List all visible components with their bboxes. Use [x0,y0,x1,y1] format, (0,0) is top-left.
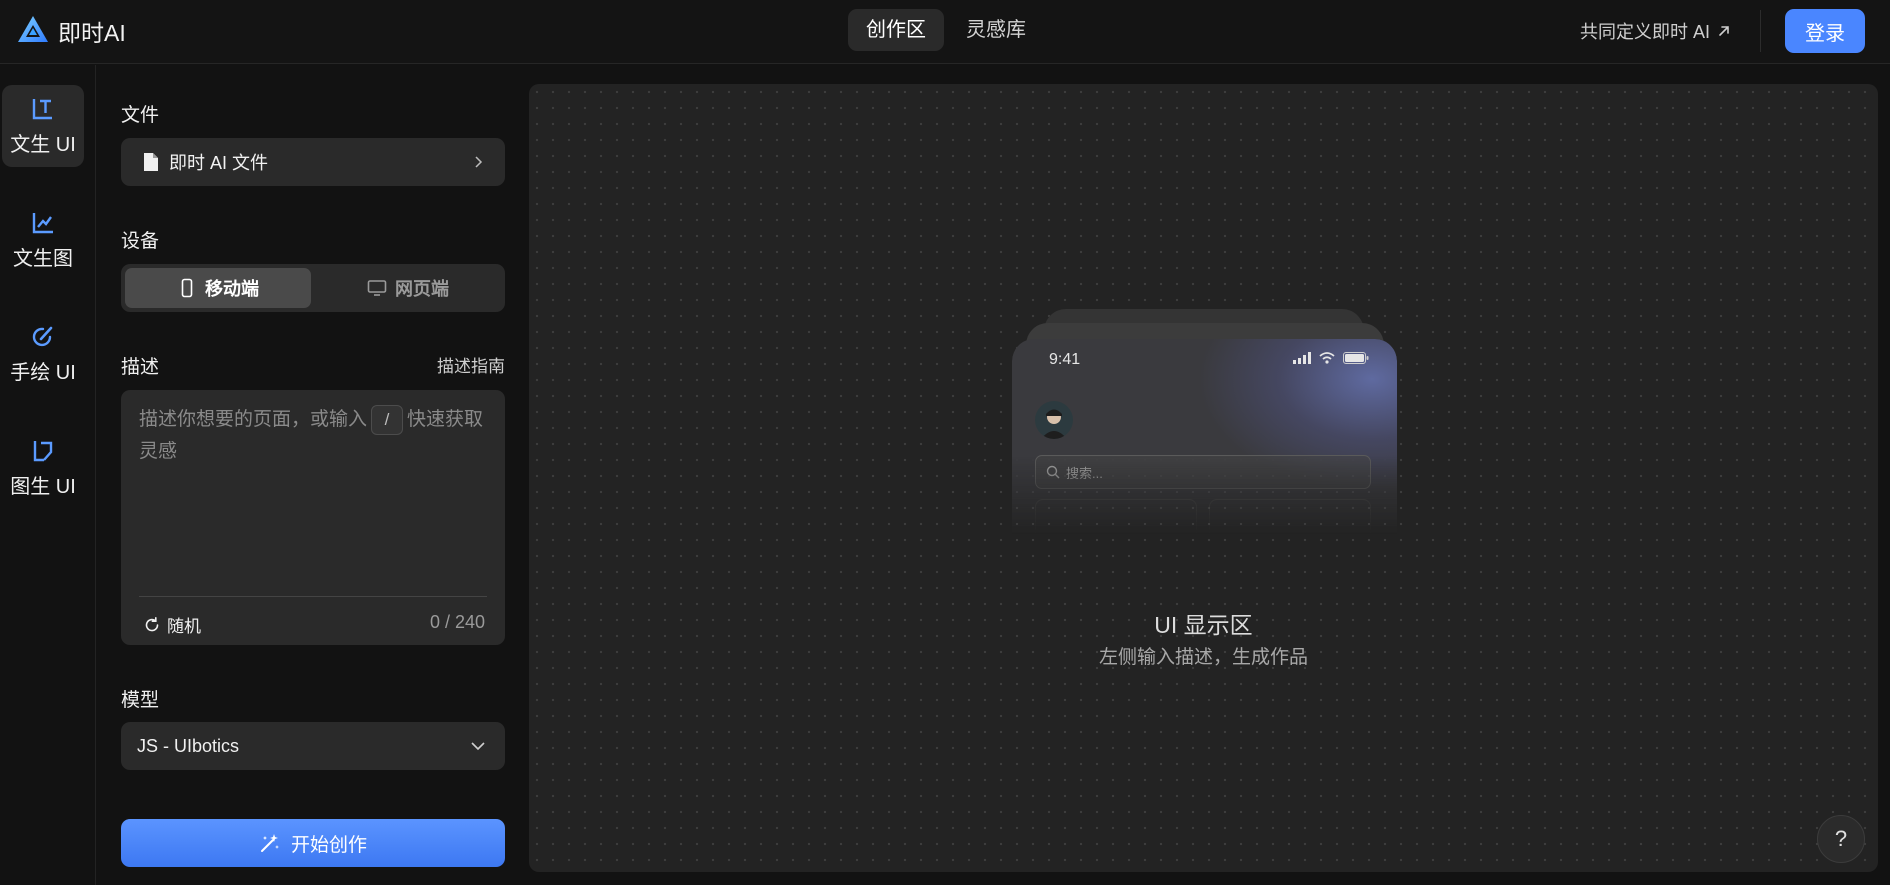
display-area-subtitle: 左侧输入描述，生成作品 [1098,647,1308,668]
start-create-button[interactable]: 开始创作 [121,819,505,867]
file-selector[interactable]: 即时 AI 文件 [121,138,505,186]
placeholder-part-1: 描述你想要的页面，或输入 [139,409,368,430]
chevron-down-icon [471,742,485,751]
magic-wand-icon [260,834,279,852]
cocreate-link[interactable]: 共同定义即时 AI [1580,18,1732,44]
document-icon [144,153,158,171]
mode-rail: 文生 UI 文生图 手绘 UI 图生 UI [0,65,96,885]
phone-search-bar: 搜索... [1035,455,1371,489]
user-avatar-icon [1041,409,1067,439]
mobile-icon [181,278,193,298]
app-logo[interactable]: 即时AI [16,14,126,48]
phone-search-placeholder: 搜索... [1066,465,1103,481]
cocreate-label: 共同定义即时 AI [1580,22,1711,42]
char-counter: 0 / 240 [429,612,485,632]
device-toggle: 移动端 网页端 [121,264,505,312]
rail-label: 文生 UI [10,133,76,156]
battery-icon [1343,352,1369,364]
text-to-image-icon [32,212,53,233]
tab-inspiration[interactable]: 灵感库 [948,9,1044,51]
description-box: 描述你想要的页面，或输入 / 快速获取灵感 随机 0 / 240 [121,390,505,645]
model-section-title: 模型 [121,690,160,711]
tab-create[interactable]: 创作区 [848,9,944,51]
chevron-right-icon [475,156,483,168]
rail-label: 图生 UI [10,475,76,498]
description-input[interactable]: 描述你想要的页面，或输入 / 快速获取灵感 [139,404,489,554]
display-area-title: UI 显示区 [1154,612,1253,638]
phone-mockup: 9:41 搜索... [1012,339,1397,534]
text-to-ui-icon [32,98,52,119]
avatar [1035,401,1073,439]
image-to-ui-icon [33,440,53,461]
triangle-logo-icon [18,16,48,42]
model-value: JS - UIbotics [137,735,240,756]
app-name: 即时AI [58,20,126,46]
model-select[interactable]: JS - UIbotics [121,722,505,770]
sketch-ui-icon [32,326,53,346]
top-bar: 即时AI 创作区 灵感库 共同定义即时 AI 登录 [0,0,1890,64]
description-section-title: 描述 [121,357,160,378]
description-divider [139,596,487,597]
rail-label: 手绘 UI [10,361,76,384]
phone-status-icons [1293,352,1369,364]
phone-preview-illustration: 9:41 搜索... [1012,309,1397,534]
slash-key-hint: / [371,404,404,435]
rail-label: 文生图 [13,247,73,270]
wifi-icon [1319,352,1335,364]
help-button[interactable]: ? [1817,815,1865,863]
random-label: 随机 [167,617,201,636]
desktop-icon [367,280,387,296]
create-form: 文件 即时 AI 文件 设备 移动端 网页端 描述 描述指南 描述你想要的页面，… [121,65,505,885]
arrow-up-right-icon [1719,26,1729,36]
device-section-title: 设备 [121,231,160,252]
search-icon [1046,465,1060,479]
file-section-title: 文件 [121,105,160,126]
device-web-button[interactable]: 网页端 [315,268,501,308]
phone-content-card [1035,499,1197,534]
refresh-icon [145,616,159,631]
signal-icon [1293,352,1311,364]
phone-content-card [1209,499,1371,534]
phone-time: 9:41 [1049,351,1081,368]
header-divider [1760,10,1761,52]
device-web-label: 网页端 [395,279,449,299]
rail-item-text-to-image[interactable]: 文生图 [2,199,84,281]
device-mobile-button[interactable]: 移动端 [125,268,311,308]
rail-item-text-to-ui[interactable]: 文生 UI [2,85,84,167]
random-button[interactable]: 随机 [143,612,201,637]
device-mobile-label: 移动端 [205,279,259,299]
main-tabs: 创作区 灵感库 [848,9,1044,51]
login-button[interactable]: 登录 [1785,9,1865,53]
rail-item-sketch-ui[interactable]: 手绘 UI [2,313,84,395]
description-guide-link[interactable]: 描述指南 [437,352,505,377]
ui-display-area: 9:41 搜索... UI 显示区 左侧输入描述，生成作品 [529,84,1878,872]
start-create-label: 开始创作 [290,834,367,856]
file-name: 即时 AI 文件 [169,153,269,173]
rail-item-image-to-ui[interactable]: 图生 UI [2,427,84,509]
